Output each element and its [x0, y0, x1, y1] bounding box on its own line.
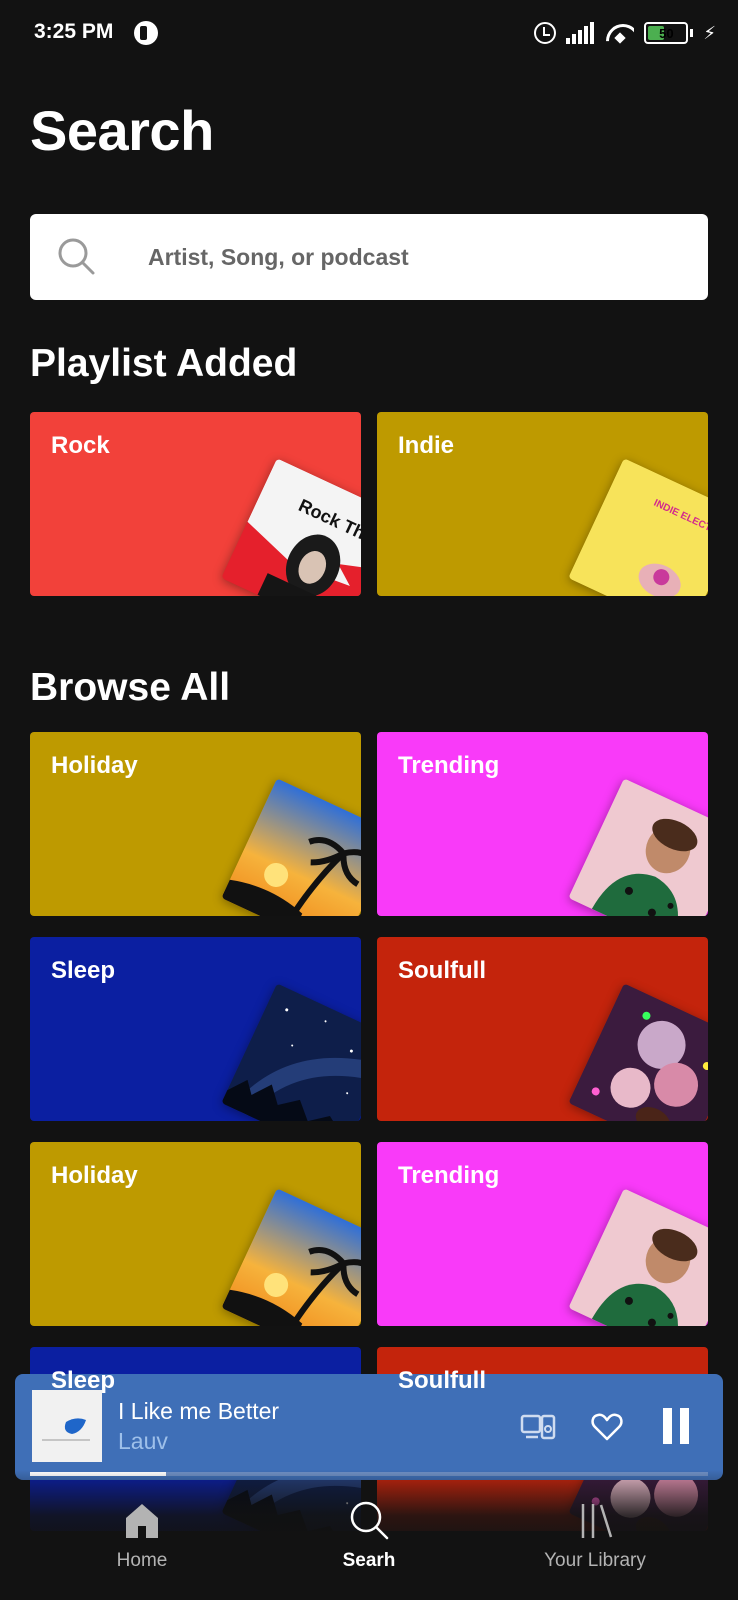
heart-icon[interactable]	[591, 1412, 623, 1442]
battery-level: 50	[659, 25, 674, 41]
track-title: I Like me Better	[118, 1398, 280, 1424]
alarm-icon	[534, 22, 557, 44]
card-label: Holiday	[51, 752, 138, 779]
card-label: Rock	[51, 432, 110, 459]
status-bar: 3:25 PM 50 ⚡	[0, 0, 738, 66]
browse-card-holiday[interactable]: Holiday	[30, 1142, 361, 1326]
signal-icon	[566, 22, 596, 44]
browse-section-title: Browse All	[30, 666, 231, 709]
card-label: Soulfull	[398, 957, 486, 984]
playlist-card-indie[interactable]: Indie INDIE ELECTRONIC BEST OF NOW	[377, 412, 708, 596]
status-icons: 50 ⚡	[534, 20, 716, 46]
track-artist: Lauv	[118, 1428, 168, 1454]
holiday-cover-art	[221, 778, 361, 916]
browse-card-sleep[interactable]: Sleep	[30, 937, 361, 1121]
page-title: Search	[30, 99, 214, 162]
card-label: Trending	[398, 752, 500, 779]
card-label: Soulfull	[398, 1367, 486, 1394]
search-box[interactable]	[30, 214, 708, 300]
nav-search[interactable]: Searh	[269, 1498, 469, 1572]
sleep-cover-art	[221, 983, 361, 1121]
pause-button[interactable]	[661, 1408, 691, 1448]
browse-card-trending[interactable]: Trending	[377, 1142, 708, 1326]
charging-bolt-icon: ⚡	[703, 22, 716, 43]
search-icon	[350, 1501, 389, 1540]
rock-cover-art: Rock Th	[221, 458, 361, 596]
bottom-nav: Home Searh Your Library	[0, 1470, 738, 1600]
home-icon	[126, 1504, 158, 1538]
notification-app-icon	[134, 21, 158, 45]
library-icon	[581, 1504, 613, 1538]
now-playing-bar[interactable]: I Like me Better Lauv	[15, 1374, 723, 1480]
nav-label: Your Library	[544, 1550, 646, 1571]
wifi-icon	[606, 22, 634, 44]
soulfull-cover-art	[568, 983, 708, 1121]
album-art	[32, 1390, 102, 1462]
card-label: Holiday	[51, 1162, 138, 1189]
card-label: Indie	[398, 432, 455, 459]
playlist-card-rock[interactable]: Rock Rock Th	[30, 412, 361, 596]
nav-home[interactable]: Home	[42, 1498, 242, 1572]
card-label: Trending	[398, 1162, 500, 1189]
browse-card-trending[interactable]: Trending	[377, 732, 708, 916]
card-label: Sleep	[51, 957, 116, 984]
card-label: Sleep	[51, 1367, 116, 1394]
trending-cover-art	[568, 1188, 708, 1326]
battery-cap	[690, 29, 694, 37]
devices-icon[interactable]	[520, 1412, 556, 1442]
nav-library[interactable]: Your Library	[495, 1498, 695, 1572]
battery-icon: 50	[644, 22, 689, 44]
holiday-cover-art	[221, 1188, 361, 1326]
nav-label: Home	[116, 1550, 168, 1571]
search-icon	[58, 238, 95, 275]
status-time: 3:25 PM	[34, 20, 114, 43]
browse-card-soulfull[interactable]: Soulfull	[377, 937, 708, 1121]
playlist-section-title: Playlist Added	[30, 342, 298, 385]
search-input[interactable]	[148, 238, 668, 276]
indie-cover-art: INDIE ELECTRONIC BEST OF NOW	[568, 458, 708, 596]
nav-label: Searh	[342, 1550, 396, 1571]
browse-card-holiday[interactable]: Holiday	[30, 732, 361, 916]
trending-cover-art	[568, 778, 708, 916]
